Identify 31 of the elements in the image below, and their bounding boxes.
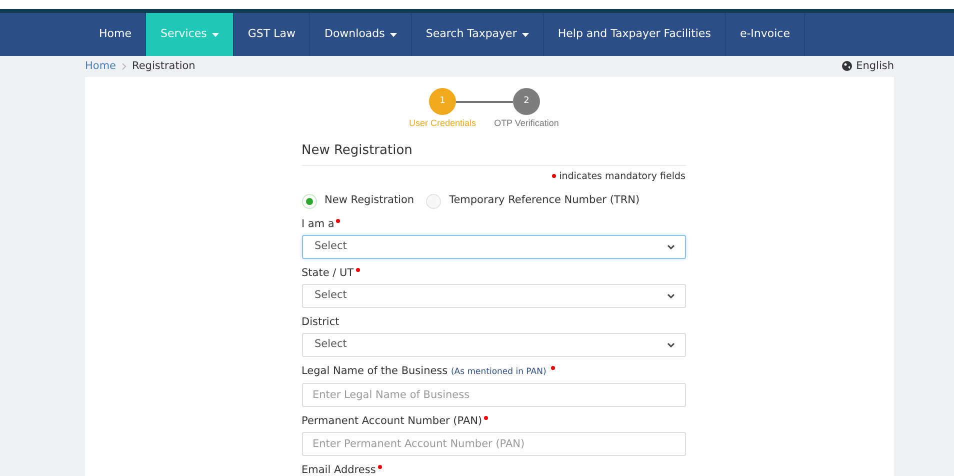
step-connector [456,101,513,103]
breadcrumb-current: Registration [132,60,196,74]
breadcrumb-link[interactable]: Home [85,60,116,74]
field-label: I am a [302,217,340,231]
radio-button[interactable] [302,194,316,208]
required-marker [552,174,556,178]
chevron-right-icon [122,62,126,70]
field-label: Email Address [302,463,382,476]
chevron-down-icon [666,244,674,250]
step-label: OTP Verification [494,118,559,130]
step-circle: 1 [429,88,456,115]
radio-label: New Registration [324,194,414,208]
chevron-down-icon [666,293,674,299]
field-label: State / UT [302,266,360,280]
field-label: Legal Name of the Business (As mentioned in PAN) [302,364,556,379]
radio-label: Temporary Reference Number (TRN) [449,194,640,208]
input-field[interactable]: Enter Permanent Account Number (PAN) [302,432,686,456]
radio-button[interactable] [426,194,442,208]
language-selector[interactable]: English [842,60,894,74]
chevron-down-icon [666,342,674,348]
globe-icon [842,61,852,72]
form-title: New Registration [302,143,686,166]
input-field[interactable]: Enter Legal Name of Business [302,383,686,407]
select-field[interactable]: Select [302,284,686,308]
step-label: User Credentials [408,118,476,130]
select-field[interactable]: Select [302,333,686,357]
step-circle: 2 [513,88,540,115]
field-label: District [302,315,340,329]
field-label: Permanent Account Number (PAN) [302,414,488,428]
select-field[interactable]: Select [302,235,686,259]
mandatory-note: indicates mandatory fields [559,171,686,184]
